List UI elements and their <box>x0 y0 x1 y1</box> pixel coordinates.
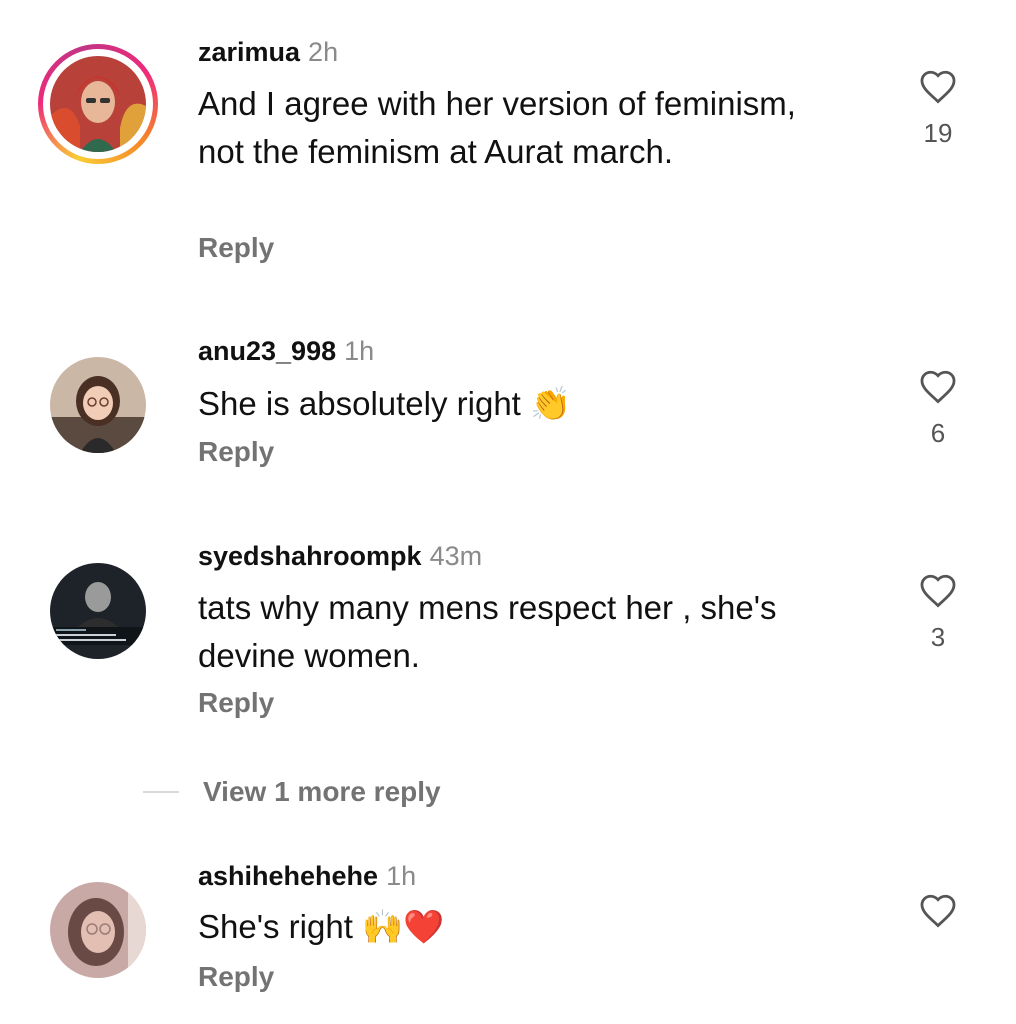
avatar-with-story-ring[interactable] <box>38 44 158 164</box>
like-control: 19 <box>912 68 964 149</box>
reply-button[interactable]: Reply <box>198 961 274 993</box>
profile-photo <box>50 882 146 978</box>
thread-divider <box>143 791 179 793</box>
reply-button[interactable]: Reply <box>198 232 274 264</box>
like-control: 6 <box>912 368 964 449</box>
reply-button[interactable]: Reply <box>198 687 274 719</box>
profile-photo <box>50 563 146 659</box>
heart-outline-icon[interactable] <box>918 572 958 608</box>
avatar[interactable] <box>50 357 146 453</box>
like-count: 3 <box>930 622 946 652</box>
heart-outline-icon[interactable] <box>918 68 958 104</box>
comment-header: syedshahroompk 43m <box>198 540 482 572</box>
username[interactable]: ashihehehehe <box>198 861 378 891</box>
view-more-replies[interactable]: View 1 more reply <box>143 772 441 812</box>
view-more-replies-label[interactable]: View 1 more reply <box>203 776 441 808</box>
like-control <box>912 892 964 942</box>
timestamp: 2h <box>308 37 339 67</box>
username[interactable]: syedshahroompk <box>198 541 422 571</box>
profile-photo <box>50 56 146 152</box>
avatar <box>50 56 146 152</box>
comment-text: She is absolutely right 👏 <box>198 385 572 422</box>
heart-outline-icon[interactable] <box>918 368 958 404</box>
comment-header: zarimua 2h <box>198 36 338 68</box>
avatar[interactable] <box>50 882 146 978</box>
comment-text: And I agree with her version of feminism… <box>198 85 796 170</box>
like-count: 6 <box>930 418 946 448</box>
profile-photo <box>50 357 146 453</box>
timestamp: 43m <box>429 541 483 571</box>
like-count: 19 <box>923 118 953 148</box>
like-control: 3 <box>912 572 964 653</box>
username[interactable]: anu23_998 <box>198 336 336 366</box>
timestamp: 1h <box>386 861 417 891</box>
reply-button[interactable]: Reply <box>198 436 274 468</box>
comment-header: anu23_998 1h <box>198 335 374 367</box>
comment-header: ashihehehehe 1h <box>198 860 416 892</box>
comment-text: She's right 🙌❤️ <box>198 908 445 945</box>
username[interactable]: zarimua <box>198 37 300 67</box>
avatar[interactable] <box>50 563 146 659</box>
timestamp: 1h <box>344 336 375 366</box>
comment-text: tats why many mens respect her , she's d… <box>198 589 777 674</box>
heart-outline-icon[interactable] <box>918 892 958 928</box>
